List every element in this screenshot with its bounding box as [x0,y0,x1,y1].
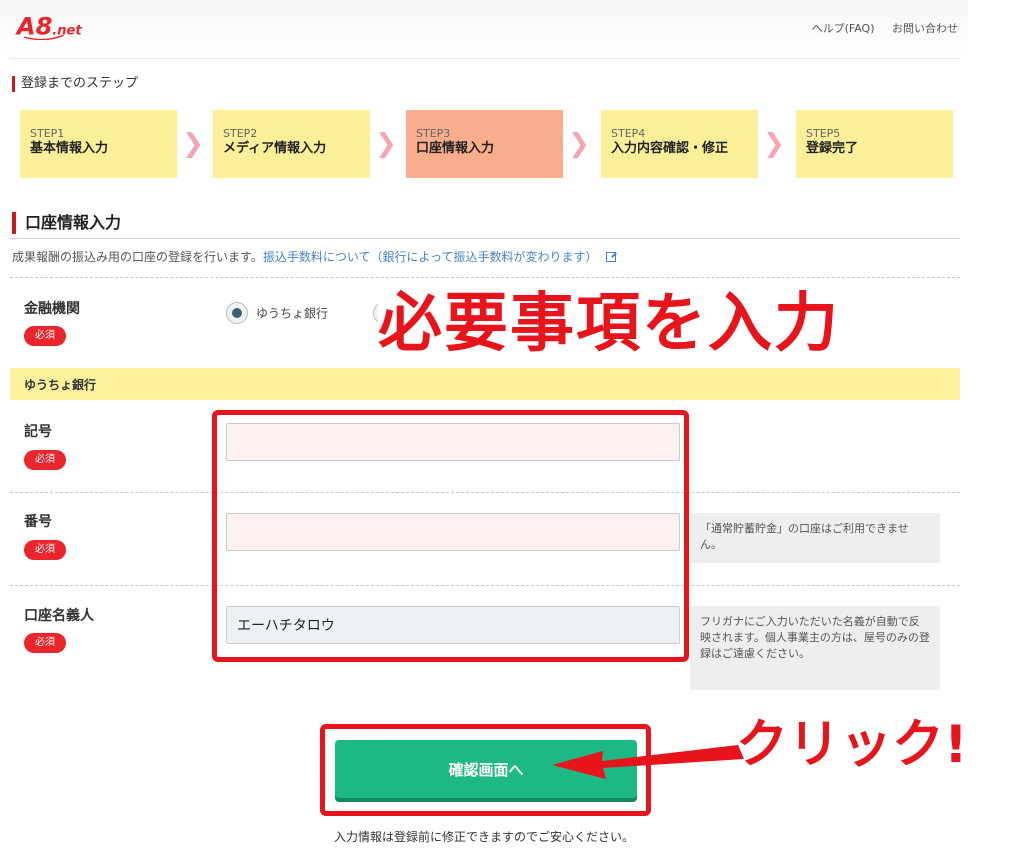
site-header: A8 .net ヘルプ(FAQ) お問い合わせ [0,0,968,58]
step-indicator: STEP1 基本情報入力 ❯ STEP2 メディア情報入力 ❯ STEP3 口座… [20,110,954,178]
holder-note: フリガナにご入力いただいた名義が自動で反映されます。個人事業主の方は、屋号のみの… [690,606,940,690]
step-2-title: メディア情報入力 [223,141,327,156]
chevron-right-icon: ❯ [763,129,785,159]
radio-checked-icon[interactable] [226,302,248,324]
step-3: STEP3 口座情報入力 [406,110,563,178]
bank-label: 金融機関 [24,301,80,317]
required-badge: 必須 [24,540,66,560]
step-4-num: STEP4 [611,127,646,140]
bottom-note: 入力情報は登録前に修正できますのでご安心ください。 [333,830,634,844]
svg-text:.net: .net [52,23,82,38]
a8net-logo[interactable]: A8 .net [14,12,98,40]
help-faq-link[interactable]: ヘルプ(FAQ) [812,22,875,35]
bank-section-band: ゆうちょ銀行 [10,368,960,400]
input-highlight-box [212,410,689,662]
required-badge: 必須 [24,450,66,470]
chevron-right-icon: ❯ [375,129,397,159]
step-3-num: STEP3 [416,127,451,140]
holder-label: 口座名義人 [24,608,94,624]
arrow-left-icon [552,745,744,779]
intro-text: 成果報酬の振込み用の口座の登録を行います。振込手数料について（銀行によって振込手… [12,248,616,265]
steps-heading: 登録までのステップ [12,76,138,92]
step-1-num: STEP1 [30,127,65,140]
intro-description: 成果報酬の振込み用の口座の登録を行います。 [12,250,263,264]
row-divider [10,277,960,278]
step-3-title: 口座情報入力 [416,141,495,156]
transfer-fee-link[interactable]: 振込手数料について（銀行によって振込手数料が変わります） [263,250,598,264]
step-5-num: STEP5 [806,127,841,140]
page-title: 口座情報入力 [12,212,121,234]
header-links: ヘルプ(FAQ) お問い合わせ [798,20,958,36]
required-badge: 必須 [24,326,66,346]
annotation-click: クリック! [736,715,968,775]
symbol-label: 記号 [24,424,52,440]
step-1: STEP1 基本情報入力 [20,110,177,178]
svg-text:A8: A8 [15,12,53,40]
bank-option-yucho[interactable]: ゆうちょ銀行 [226,302,328,324]
contact-link[interactable]: お問い合わせ [892,22,958,35]
step-4: STEP4 入力内容確認・修正 [601,110,758,178]
annotation-enter-required: 必要事項を入力 [378,287,968,361]
number-label: 番号 [24,514,52,530]
title-divider [10,238,960,239]
step-5: STEP5 登録完了 [796,110,953,178]
step-2: STEP2 メディア情報入力 [213,110,370,178]
step-2-num: STEP2 [223,127,258,140]
chevron-right-icon: ❯ [568,129,590,159]
chevron-right-icon: ❯ [182,129,204,159]
header-divider [10,58,960,59]
required-badge: 必須 [24,633,66,653]
bank-option-yucho-label: ゆうちょ銀行 [256,306,329,321]
number-note: 「通常貯蓄貯金」の口座はご利用できません。 [690,513,940,563]
step-4-title: 入力内容確認・修正 [611,141,729,156]
external-link-icon[interactable] [605,252,616,262]
step-1-title: 基本情報入力 [30,141,109,156]
step-5-title: 登録完了 [806,141,859,156]
